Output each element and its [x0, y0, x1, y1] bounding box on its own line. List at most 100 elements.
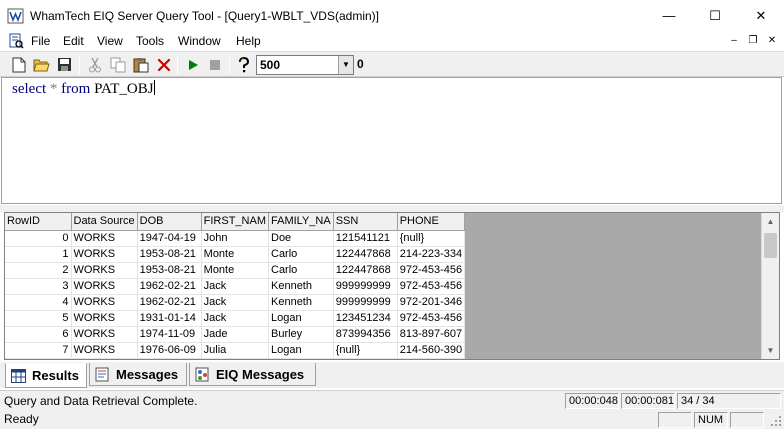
cell-family-name[interactable]: Logan: [268, 342, 334, 359]
cell-rowid[interactable]: 2: [5, 262, 72, 279]
mdi-close-button[interactable]: ✕: [764, 34, 780, 48]
mdi-restore-button[interactable]: ❐: [745, 34, 761, 48]
cell-data-source[interactable]: WORKS: [71, 310, 138, 327]
cell-first-name[interactable]: Jack: [201, 310, 270, 327]
cell-dob[interactable]: 1947-04-19: [137, 230, 202, 247]
menu-tools[interactable]: Tools: [136, 34, 164, 48]
tab-results[interactable]: Results: [5, 363, 87, 388]
cell-ssn[interactable]: 122447868: [333, 246, 398, 263]
cell-phone[interactable]: 972-453-456: [397, 262, 466, 279]
cell-first-name[interactable]: John: [201, 230, 270, 247]
cell-rowid[interactable]: 4: [5, 294, 72, 311]
tab-eiq-messages[interactable]: EIQ Messages: [189, 363, 316, 386]
cell-first-name[interactable]: Monte: [201, 262, 270, 279]
close-button[interactable]: ✕: [738, 0, 784, 31]
cell-first-name[interactable]: Jack: [201, 294, 270, 311]
table-row[interactable]: 7 WORKS 1976-06-09 Julia Logan {null} 214-560-…: [5, 342, 466, 359]
cell-family-name[interactable]: Kenneth: [268, 294, 334, 311]
table-row[interactable]: 1 WORKS 1953-08-21 Monte Carlo 122447868 214-2…: [5, 246, 466, 263]
cell-data-source[interactable]: WORKS: [71, 246, 138, 263]
cell-dob[interactable]: 1962-02-21: [137, 294, 202, 311]
cut-button[interactable]: [85, 55, 104, 74]
help-button[interactable]: [234, 55, 253, 74]
menu-file[interactable]: File: [31, 34, 50, 48]
cell-ssn[interactable]: 121541121: [333, 230, 398, 247]
column-header-ssn[interactable]: SSN: [333, 213, 398, 231]
cell-family-name[interactable]: Carlo: [268, 262, 334, 279]
column-header-first-name[interactable]: FIRST_NAM: [201, 213, 270, 231]
scroll-down-icon[interactable]: ▼: [762, 342, 779, 359]
cell-first-name[interactable]: Jade: [201, 326, 270, 343]
cell-rowid[interactable]: 7: [5, 342, 72, 359]
column-header-phone[interactable]: PHONE: [397, 213, 466, 231]
save-button[interactable]: [55, 55, 74, 74]
cell-dob[interactable]: 1953-08-21: [137, 262, 202, 279]
cell-dob[interactable]: 1976-06-09: [137, 342, 202, 359]
chevron-down-icon[interactable]: ▼: [338, 56, 353, 74]
sql-editor[interactable]: select * from PAT_OBJ: [1, 77, 782, 204]
cell-phone[interactable]: 972-453-456: [397, 310, 466, 327]
cell-ssn[interactable]: 873994356: [333, 326, 398, 343]
column-header-rowid[interactable]: RowID: [5, 213, 72, 231]
cell-dob[interactable]: 1974-11-09: [137, 326, 202, 343]
cell-data-source[interactable]: WORKS: [71, 262, 138, 279]
stop-query-button[interactable]: [205, 55, 224, 74]
cell-ssn[interactable]: 999999999: [333, 278, 398, 295]
cell-dob[interactable]: 1953-08-21: [137, 246, 202, 263]
scroll-thumb[interactable]: [764, 233, 777, 258]
tab-messages[interactable]: Messages: [89, 363, 187, 386]
table-row[interactable]: 3 WORKS 1962-02-21 Jack Kenneth 999999999 972-…: [5, 278, 466, 295]
row-limit-select[interactable]: 500 ▼: [256, 55, 354, 75]
grid-vertical-scrollbar[interactable]: ▲ ▼: [761, 213, 779, 359]
cell-first-name[interactable]: Jack: [201, 278, 270, 295]
column-header-dob[interactable]: DOB: [137, 213, 202, 231]
cell-first-name[interactable]: Monte: [201, 246, 270, 263]
pane-splitter[interactable]: [0, 205, 784, 212]
cell-phone[interactable]: 214-223-334: [397, 246, 466, 263]
resize-grip-icon[interactable]: [770, 415, 782, 427]
menu-view[interactable]: View: [97, 34, 123, 48]
menu-help[interactable]: Help: [236, 34, 261, 48]
column-header-family-name[interactable]: FAMILY_NA: [268, 213, 334, 231]
cell-dob[interactable]: 1962-02-21: [137, 278, 202, 295]
cell-data-source[interactable]: WORKS: [71, 278, 138, 295]
table-row[interactable]: 4 WORKS 1962-02-21 Jack Kenneth 999999999 972-…: [5, 294, 466, 311]
cell-family-name[interactable]: Logan: [268, 310, 334, 327]
mdi-minimize-button[interactable]: –: [726, 34, 742, 48]
cell-data-source[interactable]: WORKS: [71, 342, 138, 359]
table-row[interactable]: 5 WORKS 1931-01-14 Jack Logan 123451234 972-45…: [5, 310, 466, 327]
paste-button[interactable]: [131, 55, 150, 74]
cell-rowid[interactable]: 3: [5, 278, 72, 295]
menu-window[interactable]: Window: [178, 34, 221, 48]
new-document-button[interactable]: [9, 55, 28, 74]
menu-edit[interactable]: Edit: [63, 34, 84, 48]
table-row[interactable]: 2 WORKS 1953-08-21 Monte Carlo 122447868 972-4…: [5, 262, 466, 279]
cell-phone[interactable]: 813-897-607: [397, 326, 466, 343]
cell-dob[interactable]: 1931-01-14: [137, 310, 202, 327]
copy-button[interactable]: [108, 55, 127, 74]
minimize-button[interactable]: —: [646, 0, 692, 31]
cell-ssn[interactable]: 123451234: [333, 310, 398, 327]
open-button[interactable]: [32, 55, 51, 74]
cell-rowid[interactable]: 1: [5, 246, 72, 263]
maximize-button[interactable]: ☐: [692, 0, 738, 31]
cell-rowid[interactable]: 5: [5, 310, 72, 327]
table-row[interactable]: 6 WORKS 1974-11-09 Jade Burley 873994356 813-8…: [5, 326, 466, 343]
cell-data-source[interactable]: WORKS: [71, 326, 138, 343]
cell-data-source[interactable]: WORKS: [71, 230, 138, 247]
cell-first-name[interactable]: Julia: [201, 342, 270, 359]
cell-ssn[interactable]: 999999999: [333, 294, 398, 311]
cell-family-name[interactable]: Doe: [268, 230, 334, 247]
cell-family-name[interactable]: Carlo: [268, 246, 334, 263]
scroll-up-icon[interactable]: ▲: [762, 213, 779, 230]
column-header-data-source[interactable]: Data Source: [71, 213, 138, 231]
cell-ssn[interactable]: {null}: [333, 342, 398, 359]
cell-phone[interactable]: 214-560-390: [397, 342, 466, 359]
cell-rowid[interactable]: 0: [5, 230, 72, 247]
cell-ssn[interactable]: 122447868: [333, 262, 398, 279]
cell-phone[interactable]: {null}: [397, 230, 466, 247]
query-document-icon[interactable]: [8, 33, 24, 49]
table-row[interactable]: 0 WORKS 1947-04-19 John Doe 121541121 {null}: [5, 230, 466, 247]
cell-family-name[interactable]: Kenneth: [268, 278, 334, 295]
cell-phone[interactable]: 972-201-346: [397, 294, 466, 311]
